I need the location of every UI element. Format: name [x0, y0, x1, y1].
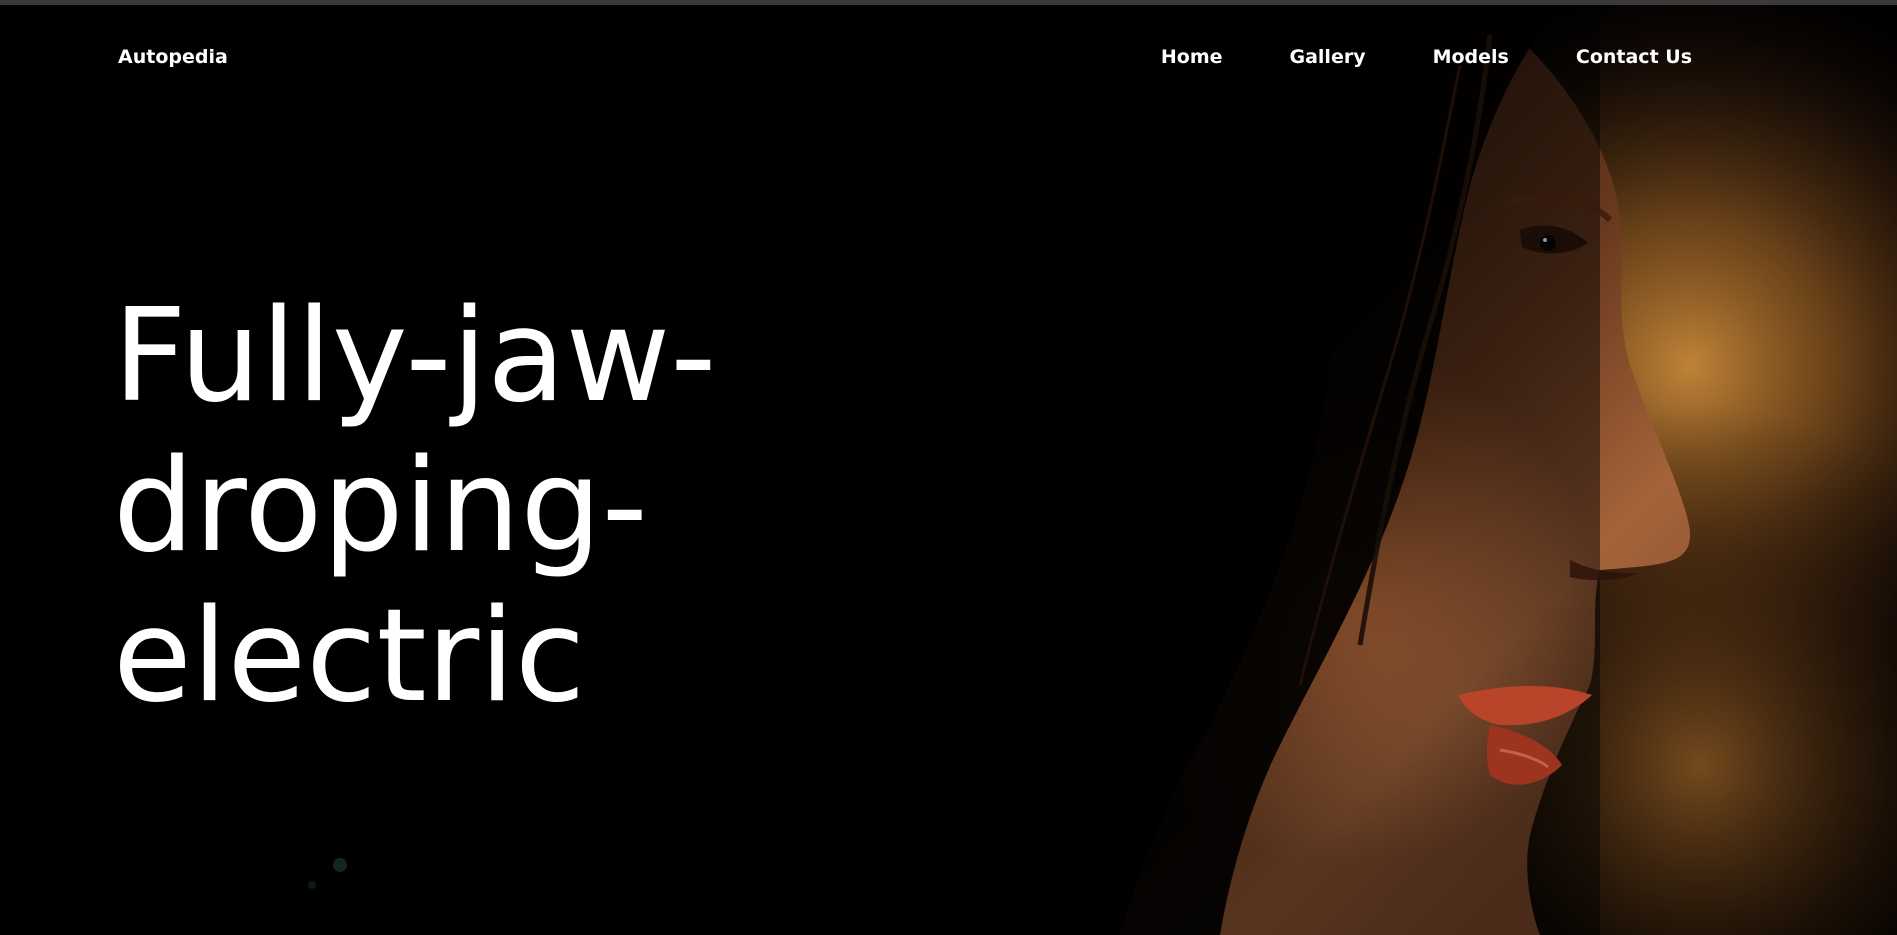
- brand-logo-link[interactable]: Autopedia: [118, 45, 228, 69]
- headline-line-2: droping-: [113, 432, 648, 581]
- nav-item-home: Home: [1161, 45, 1223, 69]
- top-navbar: Autopedia Home Gallery Models Contact Us: [0, 5, 1897, 111]
- headline-line-1: Fully-jaw-: [113, 282, 717, 431]
- nav-item-contact: Contact Us: [1576, 45, 1692, 69]
- hero-headline: Fully-jaw- droping- electric: [113, 282, 716, 732]
- nav-link-contact[interactable]: Contact Us: [1576, 46, 1692, 68]
- nav-item-models: Models: [1433, 45, 1509, 69]
- nav-item-gallery: Gallery: [1290, 45, 1366, 69]
- nav-menu: Home Gallery Models Contact Us: [1161, 45, 1692, 69]
- nav-link-home[interactable]: Home: [1161, 46, 1223, 68]
- nav-link-gallery[interactable]: Gallery: [1290, 46, 1366, 68]
- nav-link-models[interactable]: Models: [1433, 46, 1509, 68]
- headline-line-3: electric: [113, 582, 586, 731]
